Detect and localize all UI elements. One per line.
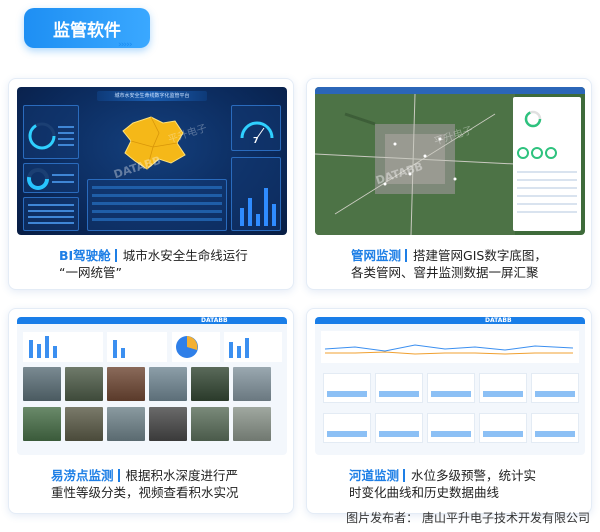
card-desc-line2: “一网统管” [59, 265, 122, 280]
card-title: 管网监测 [351, 248, 402, 263]
divider [114, 249, 117, 262]
camera-photo [191, 407, 229, 441]
donut-chart-icon [27, 168, 74, 190]
dashboard-title-bar: 城市水安全生命线数字化监管平台 [97, 91, 207, 101]
card-title: 易涝点监测 [51, 468, 114, 483]
card-desc-line1: 根据积水深度进行严 [125, 468, 239, 483]
divider [403, 469, 406, 482]
camera-photo [65, 407, 103, 441]
mini-chart [531, 373, 579, 403]
card-desc-line2: 重性等级分类，视频查看积水实况 [51, 485, 239, 500]
mini-chart [479, 413, 527, 443]
card-desc-line1: 搭建管网GIS数字底图， [413, 248, 547, 263]
app-top-bar [17, 317, 287, 324]
divider [405, 249, 408, 262]
gis-map-screenshot: DATABB 平升电子 [315, 87, 585, 235]
camera-photo [23, 407, 61, 441]
card-waterlogging-caption: 易涝点监测 根据积水深度进行严 重性等级分类，视频查看积水实况 [51, 467, 293, 501]
stats-charts-icon [23, 332, 282, 362]
divider [117, 469, 120, 482]
mini-chart [427, 413, 475, 443]
mini-chart [375, 413, 423, 443]
card-title: BI驾驶舱 [59, 248, 111, 263]
camera-photo [233, 407, 271, 441]
camera-photo [149, 407, 187, 441]
mini-chart [323, 373, 371, 403]
bar-chart-icon [240, 188, 276, 226]
dashboard-title: 城市水安全生命线数字化监管平台 [114, 93, 190, 99]
info-panel-gauges-icon [517, 110, 577, 213]
app-top-bar [315, 317, 585, 324]
card-desc-line1: 水位多级预警，统计实 [411, 468, 537, 483]
camera-photo [233, 367, 271, 401]
card-desc-line1: 城市水安全生命线运行 [122, 248, 248, 263]
header-arrows-icon: ››››› [118, 40, 133, 50]
left-panel-top [23, 105, 79, 159]
bar-list-icon [28, 204, 74, 224]
table-rows-icon [92, 186, 222, 221]
card-river-caption: 河道监测 水位多级预警，统计实 时变化曲线和历史数据曲线 [349, 467, 591, 501]
card-waterlogging: DATABB 易涝点监测 根据积水深度进行严 重性等级分类，视频查看积水实况 [8, 308, 294, 514]
camera-photo [107, 407, 145, 441]
card-title: 河道监测 [349, 468, 400, 483]
card-pipe-network: DATABB 平升电子 管网监测 搭建管网GIS数字底图， 各类管网、窨井监测数据… [306, 78, 592, 290]
river-monitor-screenshot: DATABB 平升电子 [315, 317, 585, 455]
camera-photo [65, 367, 103, 401]
card-bi-cockpit: 城市水安全生命线数字化监管平台 DATABB 平升电子 7 BI驾驶舱 城市水安… [8, 78, 294, 290]
left-panel-bottom [23, 197, 79, 231]
speed-gauge-icon [240, 121, 274, 139]
left-panel-mid [23, 163, 79, 193]
card-desc-line2: 各类管网、窨井监测数据一屏汇聚 [351, 265, 539, 280]
line-chart-icon [321, 331, 579, 363]
image-credit: 图片发布者： 唐山平升电子技术开发有限公司 [346, 511, 590, 525]
card-pipe-caption: 管网监测 搭建管网GIS数字底图， 各类管网、窨井监测数据一屏汇聚 [351, 247, 591, 281]
camera-photo [23, 367, 61, 401]
center-table [87, 179, 227, 231]
map-top-bar [315, 87, 585, 94]
camera-photo [149, 367, 187, 401]
section-title: 监管软件 [53, 20, 121, 41]
card-bi-caption: BI驾驶舱 城市水安全生命线运行 “一网统管” [59, 247, 289, 281]
ring-gauge-icon [28, 122, 74, 150]
bi-dashboard-screenshot: 城市水安全生命线数字化监管平台 DATABB 平升电子 7 [17, 87, 287, 235]
map-info-panel [513, 97, 581, 231]
right-panel-bottom [231, 157, 281, 231]
card-desc-line2: 时变化曲线和历史数据曲线 [349, 485, 500, 500]
camera-photo [191, 367, 229, 401]
mini-chart [375, 373, 423, 403]
app-watermark: DATABB [201, 317, 228, 324]
mini-chart [427, 373, 475, 403]
mini-chart [323, 413, 371, 443]
mini-chart [531, 413, 579, 443]
waterlogging-screenshot: DATABB [17, 317, 287, 455]
mini-chart [479, 373, 527, 403]
gauge-number: 7 [253, 136, 259, 145]
app-watermark: DATABB [485, 317, 512, 324]
card-river: DATABB 平升电子 河道监测水位多级预警 [306, 308, 592, 514]
camera-photo [107, 367, 145, 401]
right-panel-top: 7 [231, 105, 281, 151]
